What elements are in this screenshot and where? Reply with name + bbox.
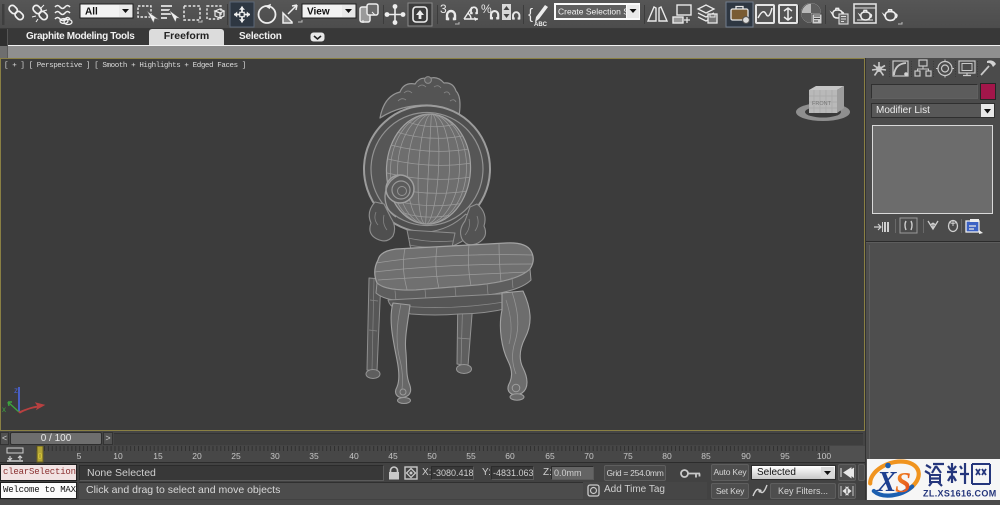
svg-text:20: 20	[192, 451, 202, 461]
svg-text:15: 15	[153, 451, 163, 461]
svg-text:70: 70	[584, 451, 594, 461]
svg-text:30: 30	[270, 451, 280, 461]
svg-text:85: 85	[701, 451, 711, 461]
svg-text:45: 45	[388, 451, 398, 461]
svg-text:FRONT: FRONT	[812, 101, 832, 107]
svg-text:Create Selection Se: Create Selection Se	[558, 7, 634, 17]
svg-text:60: 60	[505, 451, 515, 461]
svg-text:ZL.XS1616.COM: ZL.XS1616.COM	[923, 489, 997, 499]
svg-text:S: S	[895, 467, 911, 499]
svg-text:10: 10	[113, 451, 123, 461]
svg-text:35: 35	[309, 451, 319, 461]
svg-text:View: View	[307, 7, 330, 18]
svg-text:0: 0	[38, 451, 43, 461]
svg-text:ABC: ABC	[534, 22, 548, 28]
svg-text:x: x	[2, 405, 6, 414]
svg-text:50: 50	[427, 451, 437, 461]
svg-text:75: 75	[623, 451, 633, 461]
svg-text:5: 5	[77, 451, 82, 461]
svg-text:90: 90	[741, 451, 751, 461]
svg-text:80: 80	[662, 451, 672, 461]
svg-text:25: 25	[231, 451, 241, 461]
svg-text:65: 65	[545, 451, 555, 461]
svg-text:100: 100	[817, 451, 831, 461]
svg-text:X: X	[876, 466, 897, 498]
svg-text:95: 95	[780, 451, 790, 461]
svg-text:All: All	[85, 7, 98, 18]
svg-text:55: 55	[466, 451, 476, 461]
svg-text:{: {	[528, 6, 533, 23]
svg-text:z: z	[14, 386, 18, 395]
svg-text:40: 40	[349, 451, 359, 461]
